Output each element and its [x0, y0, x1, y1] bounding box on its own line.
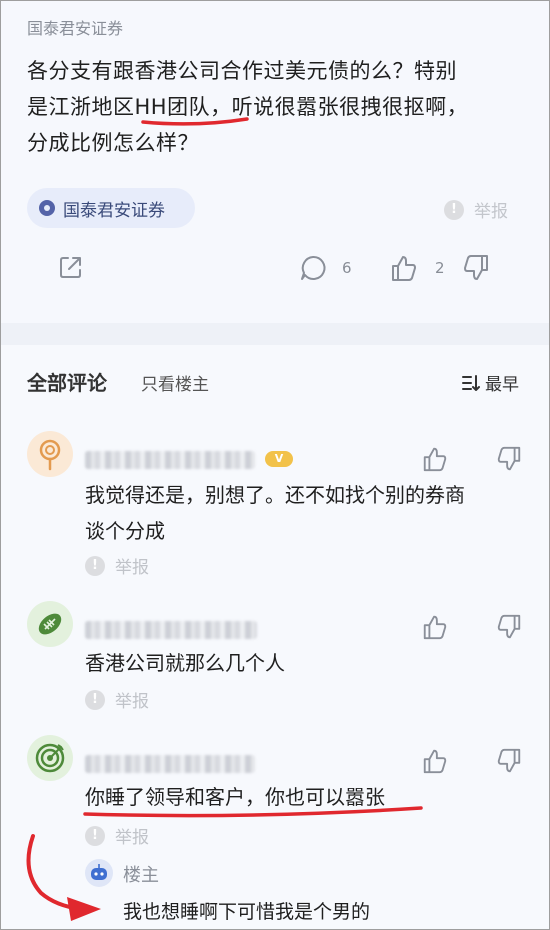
commenter-name-blurred	[85, 451, 255, 469]
avatar[interactable]	[27, 431, 73, 477]
lollipop-icon	[39, 439, 61, 471]
like-count: 2	[435, 259, 445, 277]
comment-report-button[interactable]: ! 举报	[85, 823, 149, 848]
thumbs-down-icon	[497, 614, 521, 639]
post-source[interactable]: 国泰君安证券	[27, 15, 123, 39]
topic-tag-label: 国泰君安证券	[63, 200, 165, 221]
reply-avatar[interactable]	[85, 859, 113, 887]
comment-like-button[interactable]	[421, 445, 449, 477]
post-body-segment: 听说很嚣张很拽很抠啊，	[231, 95, 469, 119]
topic-tag-chip[interactable]: 国泰君安证券	[27, 188, 195, 228]
comment-button[interactable]: 6	[298, 253, 352, 283]
post-action-bar: 6 2	[1, 253, 549, 293]
reply-author-label: 楼主	[123, 865, 159, 886]
thumbs-up-icon	[423, 447, 447, 472]
thumbs-down-icon	[497, 446, 521, 471]
post-card: 国泰君安证券 各分支有跟香港公司合作过美元债的么？特别 是江浙地区HH团队，听说…	[1, 1, 549, 323]
comment-text: 香港公司就那么几个人	[85, 645, 515, 681]
thumbs-down-icon	[497, 748, 521, 773]
post-body-line: 分成比例怎么样？	[27, 131, 199, 155]
comment-text-line: 我觉得还是，别想了。还不如找个别的券商	[85, 483, 465, 507]
thumbs-up-icon	[423, 749, 447, 774]
comment-report-label: 举报	[115, 558, 149, 578]
warning-icon: !	[444, 199, 464, 220]
post-report-label: 举报	[474, 202, 508, 222]
comment-like-button[interactable]	[421, 613, 449, 645]
football-icon	[38, 613, 62, 635]
comment-dislike-button[interactable]	[495, 445, 523, 477]
comment-icon	[301, 255, 326, 280]
share-icon	[60, 257, 81, 278]
warning-icon: !	[85, 689, 105, 710]
comment-text: 你睡了领导和客户，你也可以嚣张	[85, 779, 515, 815]
post-report-button[interactable]: ! 举报	[444, 197, 508, 222]
comment-report-label: 举报	[115, 828, 149, 848]
comment-text-line: 谈个分成	[85, 519, 165, 543]
comment-dislike-button[interactable]	[495, 747, 523, 779]
commenter-name-blurred	[85, 755, 255, 773]
op-only-filter[interactable]: 只看楼主	[141, 370, 209, 395]
screen-frame: 国泰君安证券 各分支有跟香港公司合作过美元债的么？特别 是江浙地区HH团队，听说…	[0, 0, 550, 930]
warning-icon: !	[85, 555, 105, 576]
dislike-button[interactable]	[461, 253, 491, 283]
comment-dislike-button[interactable]	[495, 613, 523, 645]
post-body: 各分支有跟香港公司合作过美元债的么？特别 是江浙地区HH团队，听说很嚣张很拽很抠…	[27, 53, 527, 161]
comment-count: 6	[342, 259, 352, 277]
thumbs-down-icon	[464, 255, 488, 280]
commenter-name-blurred	[85, 621, 257, 639]
comment-text-line: 香港公司就那么几个人	[85, 651, 285, 675]
thumbs-up-icon	[392, 256, 416, 281]
thumbs-up-icon	[423, 615, 447, 640]
reply-text: 我也想睡啊下可惜我是个男的	[123, 901, 371, 923]
target-icon	[35, 743, 65, 773]
vip-badge: V	[265, 451, 293, 467]
sort-label: 最早	[485, 375, 519, 395]
comments-title: 全部评论	[27, 371, 107, 395]
avatar[interactable]	[27, 601, 73, 647]
comment-text-line: 你睡了领导和客户，你也可以嚣张	[85, 785, 385, 809]
post-body-segment: 是江浙地区	[27, 95, 135, 119]
post-body-highlight: HH团队，	[134, 95, 232, 119]
like-button[interactable]: 2	[389, 253, 445, 283]
sort-icon	[462, 374, 480, 391]
comment-report-label: 举报	[115, 692, 149, 712]
sort-button[interactable]: 最早	[461, 370, 519, 395]
comment-report-button[interactable]: ! 举报	[85, 687, 149, 712]
comments-header: 全部评论 只看楼主 最早	[1, 345, 549, 415]
tag-icon	[39, 200, 55, 216]
warning-icon: !	[85, 825, 105, 846]
robot-icon	[91, 864, 107, 880]
section-divider	[1, 323, 549, 345]
comment-text: 我觉得还是，别想了。还不如找个别的券商 谈个分成	[85, 477, 515, 549]
comment-like-button[interactable]	[421, 747, 449, 779]
post-body-line: 是江浙地区HH团队，听说很嚣张很拽很抠啊，	[27, 89, 527, 125]
comment-list: V 我觉得还是，别想了。还不如找个别的券商 谈个分成 ! 举报 香港公司就那么几…	[1, 415, 549, 929]
avatar[interactable]	[27, 735, 73, 781]
post-body-line: 各分支有跟香港公司合作过美元债的么？特别	[27, 59, 457, 83]
comment-report-button[interactable]: ! 举报	[85, 553, 149, 578]
share-button[interactable]	[57, 253, 85, 281]
